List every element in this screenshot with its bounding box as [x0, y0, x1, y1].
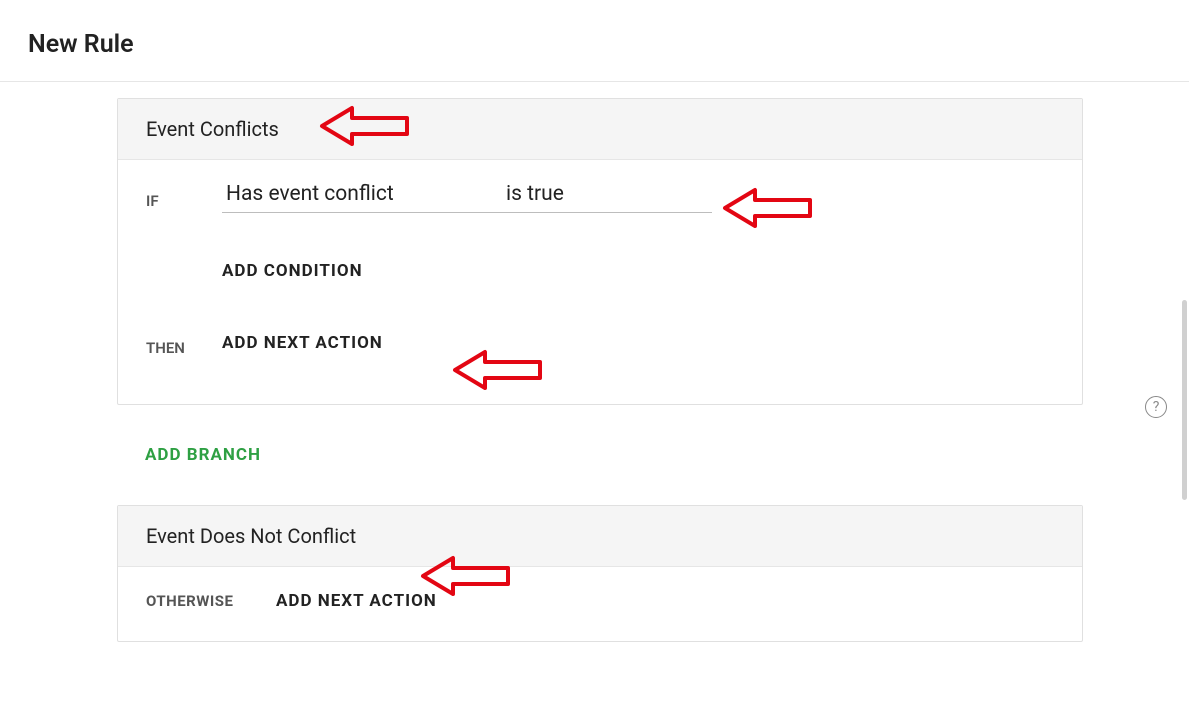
branch-body-otherwise: OTHERWISE ADD NEXT ACTION	[118, 567, 1082, 641]
branch-card-event-not-conflict: Event Does Not Conflict OTHERWISE ADD NE…	[117, 505, 1083, 642]
help-icon[interactable]: ?	[1145, 396, 1167, 418]
if-content: Has event conflict is true ADD CONDITION	[202, 180, 1054, 321]
page-title: New Rule	[0, 0, 1189, 81]
then-content: ADD NEXT ACTION	[202, 333, 1054, 353]
add-next-action-button[interactable]: ADD NEXT ACTION	[222, 333, 383, 353]
annotation-arrow-1	[317, 104, 413, 148]
branch-header[interactable]: Event Conflicts	[118, 99, 1082, 160]
add-branch-button[interactable]: ADD BRANCH	[117, 445, 261, 465]
condition-operator[interactable]: is true	[506, 182, 564, 206]
annotation-arrow-2	[720, 186, 816, 230]
annotation-arrow-3	[450, 348, 546, 392]
branch-body: IF Has event conflict is true ADD CONDIT…	[118, 160, 1082, 404]
then-row: THEN ADD NEXT ACTION	[146, 333, 1054, 362]
branch-header-otherwise[interactable]: Event Does Not Conflict	[118, 506, 1082, 567]
annotation-arrow-4	[418, 554, 514, 598]
branch-card-event-conflicts: Event Conflicts IF Has event conflict is…	[117, 98, 1083, 405]
condition-line[interactable]: Has event conflict is true	[222, 180, 712, 213]
scrollbar[interactable]	[1182, 300, 1187, 500]
add-condition-button[interactable]: ADD CONDITION	[222, 261, 363, 281]
otherwise-keyword: OTHERWISE	[146, 592, 276, 610]
title-divider	[0, 81, 1189, 82]
if-keyword: IF	[146, 180, 202, 215]
if-row: IF Has event conflict is true ADD CONDIT…	[146, 180, 1054, 321]
otherwise-row: OTHERWISE ADD NEXT ACTION	[146, 591, 1054, 611]
content-area: Event Conflicts IF Has event conflict is…	[117, 98, 1083, 642]
then-keyword: THEN	[146, 333, 202, 362]
add-next-action-button-otherwise[interactable]: ADD NEXT ACTION	[276, 591, 437, 611]
condition-field[interactable]: Has event conflict	[226, 182, 506, 206]
help-icon-glyph: ?	[1153, 399, 1160, 415]
